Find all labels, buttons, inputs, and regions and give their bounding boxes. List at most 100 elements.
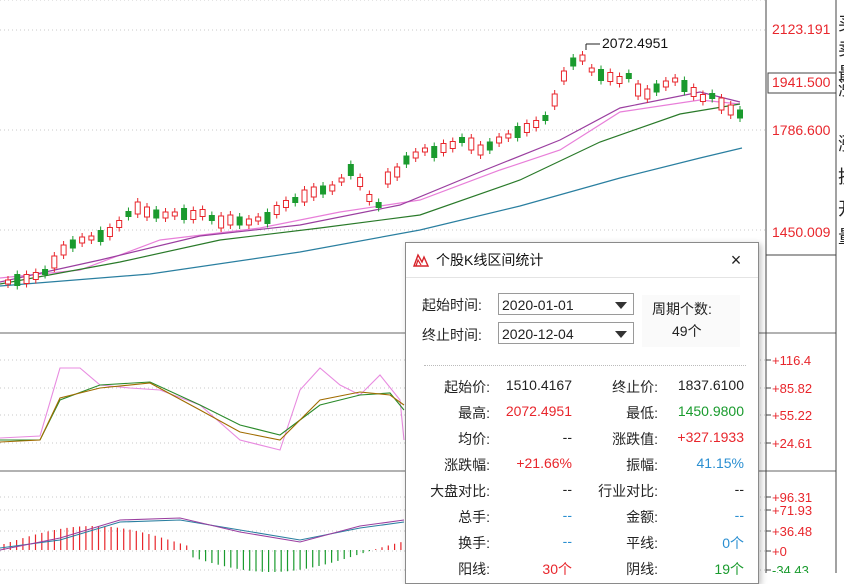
end-date-value: 2020-12-04: [502, 326, 574, 342]
candle-body: [394, 166, 401, 178]
interval-stats-dialog: 个股K线区间统计 × 起始时间: 2020-01-01 终止时间: 2020-1…: [405, 242, 759, 584]
candle-body: [412, 151, 419, 159]
quote-panel-char: 卖: [838, 39, 844, 59]
candle-body: [32, 272, 39, 280]
candle-body: [181, 208, 188, 220]
stat-value: 30个: [542, 561, 572, 577]
candle-body: [245, 218, 252, 226]
candle-body: [292, 197, 299, 203]
price-axis-label: 1786.600: [772, 122, 831, 138]
stock-chart-icon: [413, 253, 429, 267]
stat-label: 涨跌幅:: [444, 457, 490, 473]
candle-body: [51, 255, 58, 269]
candle-body: [190, 210, 197, 220]
kdj-axis-label: +55.22: [772, 408, 812, 423]
stat-value: 1837.6100: [677, 377, 744, 393]
candle-body: [347, 164, 354, 176]
chevron-down-icon: [615, 302, 627, 309]
candle-body: [403, 155, 410, 165]
divider: [424, 365, 746, 366]
start-date-select[interactable]: 2020-01-01: [498, 293, 634, 315]
candle-body: [644, 88, 651, 100]
candle-body: [727, 104, 734, 116]
candle-body: [690, 87, 697, 97]
candle-body: [60, 244, 67, 256]
candle-body: [125, 211, 132, 217]
candle-body: [320, 185, 327, 195]
candle-body: [106, 227, 113, 237]
stat-label: 最低:: [626, 405, 658, 421]
quote-panel-char: 换: [838, 167, 844, 187]
candle-body: [551, 93, 558, 107]
dialog-title: 个股K线区间统计: [436, 252, 544, 268]
candle-body: [282, 200, 289, 208]
candle-body: [570, 57, 577, 67]
kdj-axis-label: +24.61: [772, 436, 812, 451]
period-count-box: 周期个数: 49个: [642, 295, 740, 347]
candle-body: [366, 194, 373, 202]
candle-body: [699, 94, 706, 102]
quote-panel-char: 涨: [838, 79, 844, 99]
quote-panel-char: 涨: [838, 134, 844, 154]
kdj-axis-label: +116.4: [772, 353, 811, 368]
close-icon[interactable]: ×: [726, 243, 746, 277]
candle-body: [459, 137, 466, 143]
dialog-title-bar: 个股K线区间统计 ×: [406, 243, 758, 278]
stat-value: 1510.4167: [505, 377, 572, 393]
stat-value: 2072.4951: [505, 403, 572, 419]
candle-body: [5, 279, 11, 285]
candle-body: [662, 80, 669, 88]
stat-value: --: [734, 481, 744, 497]
candle-body: [533, 120, 540, 128]
candle-body: [255, 216, 262, 222]
candle-body: [588, 67, 595, 73]
candle-body: [134, 201, 141, 215]
candle-body: [514, 126, 521, 138]
candle-body: [718, 97, 725, 111]
candle-body: [523, 123, 530, 133]
stat-label: 大盘对比:: [430, 483, 490, 499]
candle-body: [116, 220, 123, 228]
candle-body: [310, 186, 317, 198]
macd-axis-label: -34.43: [772, 563, 809, 573]
price-axis-label: 1450.009: [772, 224, 831, 240]
stat-label: 涨跌值:: [612, 431, 658, 447]
kdj-axis-label: +85.82: [772, 381, 812, 396]
macd-axis-label: +0: [772, 544, 787, 559]
candle-body: [477, 144, 484, 156]
candle-body: [542, 115, 549, 121]
candle-body: [709, 93, 716, 99]
quote-panel-char: 量: [838, 227, 844, 247]
candle-body: [79, 236, 86, 244]
macd-axis-label: +36.48: [772, 524, 812, 539]
stat-value: --: [562, 507, 572, 523]
start-date-value: 2020-01-01: [502, 297, 574, 313]
candle-body: [69, 239, 76, 249]
price-axis-label: 2123.191: [772, 21, 831, 37]
candle-body: [468, 137, 475, 151]
end-date-select[interactable]: 2020-12-04: [498, 322, 634, 344]
candle-body: [301, 189, 308, 203]
stat-label: 阴线:: [626, 561, 658, 577]
candle-body: [23, 274, 30, 284]
candle-body: [616, 76, 623, 84]
stat-value: 19个: [714, 561, 744, 577]
peak-price-label: 2072.4951: [602, 35, 668, 51]
candle-body: [171, 211, 178, 217]
candle-body: [653, 83, 660, 93]
candle-body: [97, 230, 104, 242]
candle-body: [143, 206, 150, 218]
stat-value: +21.66%: [516, 455, 572, 471]
stat-label: 换手:: [458, 535, 490, 551]
stat-label: 平线:: [626, 535, 658, 551]
candle-body: [199, 209, 206, 217]
candle-body: [625, 73, 632, 79]
stat-label: 阳线:: [458, 561, 490, 577]
start-time-label: 起始时间:: [422, 297, 482, 313]
candle-body: [218, 215, 225, 229]
candle-body: [486, 141, 493, 151]
candle-body: [208, 215, 215, 221]
candle-body: [264, 212, 271, 224]
stat-value: +327.1933: [677, 429, 744, 445]
stat-label: 起始价:: [444, 379, 490, 395]
